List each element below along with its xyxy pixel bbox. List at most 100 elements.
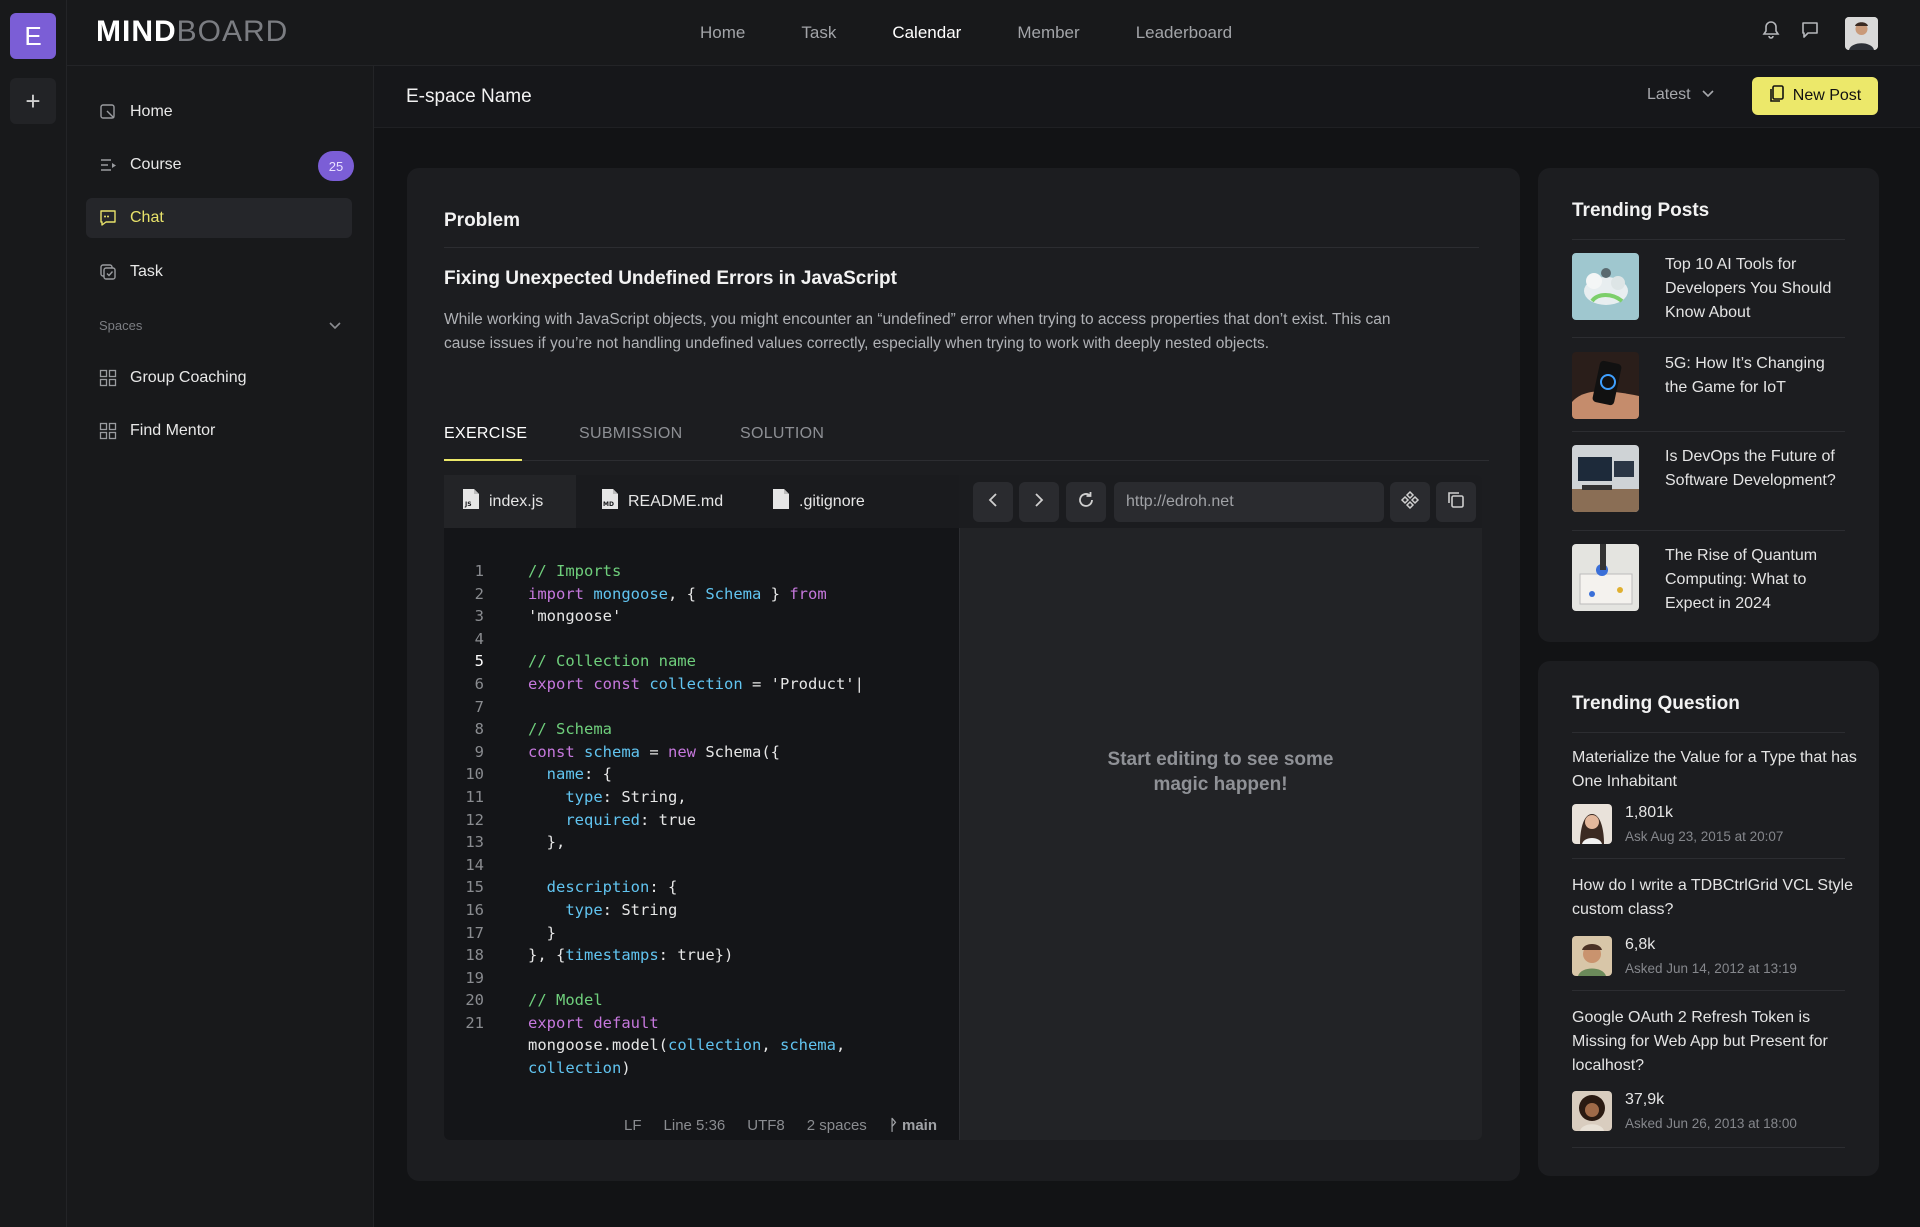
new-post-label: New Post	[1792, 87, 1862, 104]
file-tab-index-js[interactable]: JS index.js	[444, 475, 576, 528]
editor-status-bar: LF Line 5:36 UTF8 2 spaces ᚹ main	[444, 1110, 959, 1140]
new-post-button[interactable]: New Post	[1752, 77, 1878, 115]
bell-icon[interactable]	[1762, 20, 1780, 45]
devtools-button[interactable]	[1390, 482, 1430, 522]
chevron-down-icon	[1701, 86, 1715, 104]
code-line: 20// Model	[465, 991, 603, 1010]
top-actions	[1762, 20, 1820, 45]
task-icon	[98, 262, 118, 282]
code-line: 18}, {timestamps: true})	[465, 946, 734, 965]
trending-post-item[interactable]: The Rise of Quantum Computing: What to E…	[1572, 544, 1845, 624]
question-view-count: 1,801k	[1625, 804, 1674, 821]
post-thumbnail	[1572, 253, 1639, 320]
component-icon	[1400, 490, 1420, 515]
code-line: 14	[465, 855, 484, 874]
grid-icon	[98, 421, 118, 441]
question-title[interactable]: How do I write a TDBCtrlGrid VCL Style c…	[1572, 874, 1862, 922]
code-line: 12 required: true	[465, 810, 696, 829]
sort-dropdown[interactable]: Latest	[1647, 86, 1715, 104]
top-nav-calendar[interactable]: Calendar	[892, 23, 961, 43]
add-workspace-button[interactable]: +	[10, 78, 56, 124]
course-count-badge: 25	[318, 151, 354, 181]
code-line: 17 }	[465, 923, 557, 942]
post-title: Top 10 AI Tools for Developers You Shoul…	[1665, 256, 1832, 321]
code-line: 10 name: {	[465, 765, 612, 784]
post-title: 5G: How It’s Changing the Game for IoT	[1665, 355, 1825, 396]
sidebar-item-home[interactable]: Home	[86, 92, 352, 132]
svg-text:MD: MD	[603, 501, 614, 508]
code-line: 19	[465, 968, 484, 987]
url-input[interactable]	[1114, 482, 1384, 522]
trending-posts-title: Trending Posts	[1572, 200, 1710, 221]
copy-button[interactable]	[1436, 482, 1476, 522]
sidebar-item-label: Home	[130, 103, 173, 120]
top-nav-leaderboard[interactable]: Leaderboard	[1136, 23, 1232, 43]
file-tab-label: index.js	[489, 492, 544, 510]
top-nav-member[interactable]: Member	[1017, 23, 1079, 43]
code-line: 15 description: {	[465, 878, 678, 897]
post-thumbnail	[1572, 445, 1639, 512]
forward-button[interactable]	[1019, 482, 1059, 522]
post-title: Is DevOps the Future of Software Develop…	[1665, 448, 1836, 489]
file-tab-readme[interactable]: MD README.md	[583, 475, 743, 528]
tab-submission[interactable]: SUBMISSION	[579, 425, 682, 443]
copy-icon	[1446, 490, 1466, 515]
top-nav: Home Task Calendar Member Leaderboard	[700, 0, 1288, 66]
status-branch[interactable]: ᚹ main	[889, 1117, 937, 1134]
refresh-icon	[1076, 490, 1096, 515]
brand-part-2: BOARD	[176, 15, 289, 48]
divider	[1572, 530, 1845, 531]
top-nav-home[interactable]: Home	[700, 23, 745, 43]
divider	[1572, 239, 1845, 240]
code-line: 4	[474, 629, 484, 648]
code-line: 11 type: String,	[465, 787, 687, 806]
avatar	[1572, 936, 1612, 976]
problem-section-title: Problem	[444, 210, 521, 231]
refresh-button[interactable]	[1066, 482, 1106, 522]
md-file-icon: MD	[601, 488, 619, 515]
sidebar-item-label: Find Mentor	[130, 422, 216, 439]
sidebar-item-group-coaching[interactable]: Group Coaching	[86, 358, 352, 398]
avatar	[1572, 804, 1612, 844]
tab-solution[interactable]: SOLUTION	[740, 425, 824, 443]
trending-post-item[interactable]: 5G: How It’s Changing the Game for IoT	[1572, 352, 1845, 422]
user-avatar[interactable]	[1845, 17, 1878, 50]
workspace-avatar[interactable]: E	[10, 13, 56, 59]
sidebar-item-label: Course	[130, 156, 182, 173]
back-button[interactable]	[973, 482, 1013, 522]
status-eol[interactable]: LF	[624, 1117, 642, 1134]
sidebar	[67, 66, 374, 1227]
sidebar-item-label: Chat	[130, 209, 164, 226]
copy-icon	[1769, 84, 1785, 108]
file-tab-label: README.md	[628, 492, 724, 510]
sidebar-item-task[interactable]: Task	[86, 252, 352, 292]
code-line: 5// Collection name	[474, 652, 696, 671]
question-title[interactable]: Materialize the Value for a Type that ha…	[1572, 746, 1862, 794]
code-content[interactable]: 1// Imports 2 import mongoose, { Schema }…	[444, 560, 959, 1080]
trending-post-item[interactable]: Is DevOps the Future of Software Develop…	[1572, 445, 1845, 525]
status-position[interactable]: Line 5:36	[664, 1117, 726, 1134]
sidebar-item-label: Task	[130, 263, 163, 280]
sidebar-item-find-mentor[interactable]: Find Mentor	[86, 411, 352, 451]
chevron-left-icon	[988, 492, 998, 512]
tabs-divider	[444, 460, 1489, 461]
status-indent[interactable]: 2 spaces	[807, 1117, 867, 1134]
message-icon[interactable]	[1800, 20, 1820, 45]
status-encoding[interactable]: UTF8	[747, 1117, 785, 1134]
file-icon	[772, 488, 790, 515]
question-title[interactable]: Google OAuth 2 Refresh Token is Missing …	[1572, 1006, 1862, 1078]
tab-exercise[interactable]: EXERCISE	[444, 425, 527, 443]
top-nav-task[interactable]: Task	[801, 23, 836, 43]
course-icon	[98, 155, 118, 175]
chevron-down-icon[interactable]	[328, 318, 342, 336]
code-line: 21 export default	[465, 1013, 659, 1032]
sidebar-item-chat[interactable]: Chat	[86, 198, 352, 238]
code-line: 9 const schema = new Schema({	[474, 742, 781, 761]
divider	[1572, 337, 1845, 338]
file-tab-gitignore[interactable]: .gitignore	[754, 475, 904, 528]
active-tab-indicator	[444, 459, 522, 461]
brand-logo[interactable]: MINDBOARD	[96, 15, 288, 49]
sidebar-item-course[interactable]: Course 25	[86, 145, 354, 185]
brand-part-1: MIND	[96, 15, 177, 48]
trending-post-item[interactable]: Top 10 AI Tools for Developers You Shoul…	[1572, 253, 1845, 333]
